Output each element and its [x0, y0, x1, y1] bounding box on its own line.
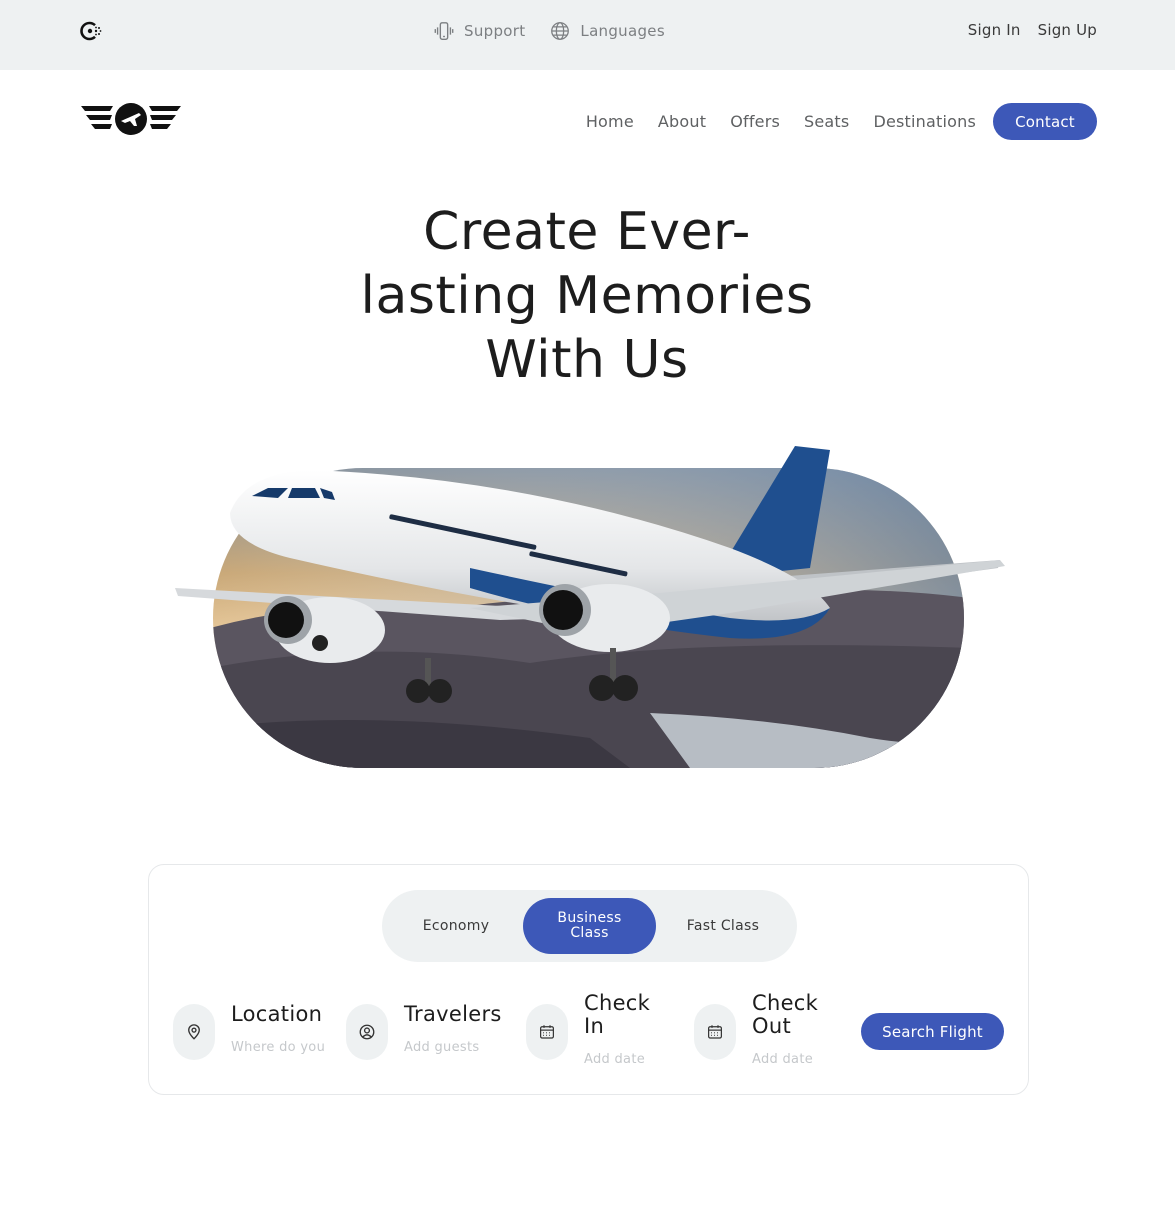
hero-airplane-image: [175, 446, 1005, 768]
tab-economy[interactable]: Economy: [390, 898, 522, 954]
location-pin-icon: [188, 1024, 200, 1040]
nav-home[interactable]: Home: [586, 112, 634, 131]
brand-logo[interactable]: [79, 101, 183, 137]
location-placeholder: Where do you: [231, 1040, 326, 1055]
nav-about[interactable]: About: [658, 112, 706, 131]
sign-up-link[interactable]: Sign Up: [1038, 21, 1097, 39]
hero-title: Create Ever-lasting Memories With Us: [360, 202, 814, 390]
travelers-placeholder: Add guests: [404, 1040, 480, 1055]
tab-fast-class[interactable]: Fast Class: [657, 898, 789, 954]
phone-vibrate-icon: [434, 22, 454, 40]
check-in-icon-wrap: [526, 1004, 568, 1060]
sign-in-link[interactable]: Sign In: [968, 21, 1021, 39]
nav-destinations[interactable]: Destinations: [873, 112, 976, 131]
class-tabs: Economy Business Class Fast Class: [382, 890, 797, 962]
calendar-icon: [540, 1025, 554, 1039]
check-out-icon-wrap: [694, 1004, 736, 1060]
tab-business-class[interactable]: Business Class: [523, 898, 656, 954]
main-nav: Home About Offers Seats Destinations Con…: [586, 103, 1097, 140]
location-icon-wrap: [173, 1004, 215, 1060]
search-flight-button[interactable]: Search Flight: [861, 1013, 1004, 1050]
calendar-icon: [708, 1025, 722, 1039]
languages-link[interactable]: Languages: [549, 20, 665, 42]
travelers-icon-wrap: [346, 1004, 388, 1060]
support-label: Support: [464, 22, 526, 40]
location-label: Location: [231, 1002, 323, 1026]
check-in-label: Check In: [584, 991, 651, 1038]
site-mark-icon[interactable]: [79, 20, 103, 42]
check-out-label: Check Out: [752, 991, 819, 1038]
travelers-label: Travelers: [404, 1002, 502, 1026]
contact-button[interactable]: Contact: [993, 103, 1097, 140]
check-out-placeholder: Add date: [752, 1052, 814, 1067]
languages-label: Languages: [580, 22, 665, 40]
globe-icon: [551, 22, 570, 40]
support-link[interactable]: Support: [433, 20, 525, 42]
flight-search-card: Economy Business Class Fast Class Locati…: [148, 864, 1029, 1095]
check-in-placeholder: Add date: [584, 1052, 646, 1067]
user-icon: [359, 1024, 375, 1040]
nav-offers[interactable]: Offers: [730, 112, 780, 131]
nav-seats[interactable]: Seats: [804, 112, 849, 131]
top-utility-bar: Support Languages Sign In Sign Up: [0, 0, 1175, 70]
